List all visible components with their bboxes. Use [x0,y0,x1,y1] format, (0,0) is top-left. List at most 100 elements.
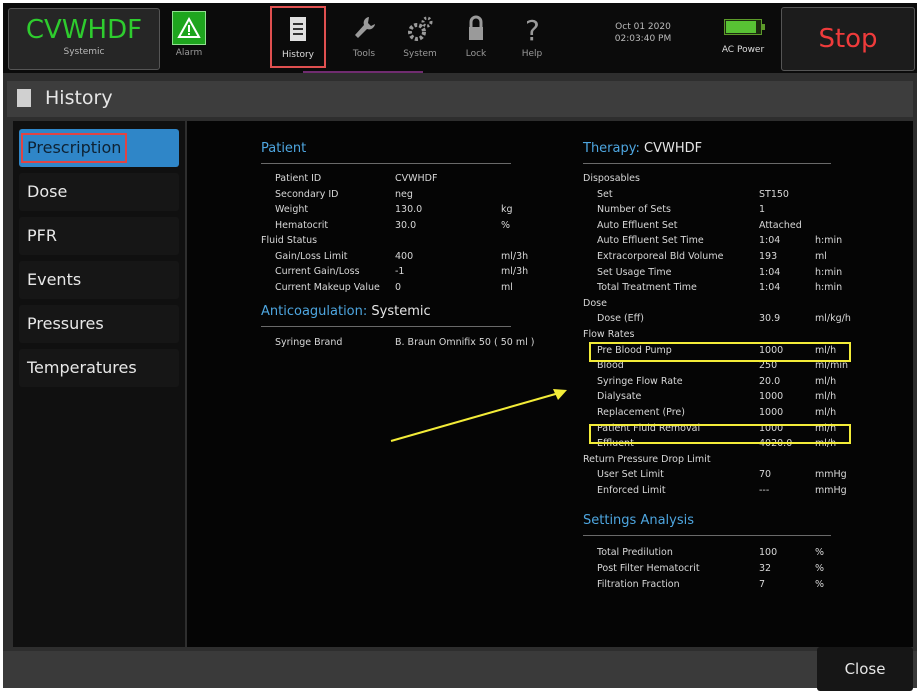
row-unit: mmHg [815,469,847,481]
date-text: Oct 01 2020 [615,22,671,32]
anticoagulation-mode: Systemic [63,47,105,57]
bottom-bar [3,651,917,688]
row-value: 100 [759,547,778,558]
row-label: Total Predilution [597,547,673,558]
row-value: 7 [759,579,766,590]
pre-blood-pump-highlight [589,342,851,362]
row-label: Syringe Flow Rate [597,375,683,387]
section-divider [583,163,831,164]
row-unit: ml [815,251,827,262]
row-value: -1 [395,266,405,277]
screen-header: History [7,81,913,117]
row-label: Current Makeup Value [275,281,380,293]
close-button[interactable]: Close [817,647,913,691]
row-label: Replacement (Pre) [597,407,685,418]
document-icon [17,89,31,107]
row-value: 1000 [759,391,784,403]
device-screen: CVWHDF Systemic Alarm History Tools Syst… [3,3,917,691]
row-unit: ml/h [815,375,837,387]
row-unit: ml/h [815,407,837,418]
therapy-mode-box: CVWHDF Systemic [8,8,160,70]
row-label: Hematocrit [275,219,329,231]
prescription-panel: Patient Patient ID CVWHDF Secondary ID neg W… [187,121,913,647]
row-unit: % [815,579,825,590]
row-label: Filtration Fraction [597,579,680,590]
therapy-mode-title: CVWHDF [25,15,143,45]
row-label: Dose (Eff) [597,313,644,325]
stop-button[interactable]: Stop [781,7,915,71]
row-label: Dialysate [597,391,642,403]
row-value: neg [395,188,413,200]
row-unit: h:min [815,235,843,247]
row-value: CVWHDF [395,173,438,184]
sidebar-item-prescription[interactable]: Prescription [19,129,179,167]
row-value: 193 [759,251,778,262]
patient-fluid-removal-highlight [589,424,851,444]
row-value: B. Braun Omnifix 50 ( 50 ml ) [395,337,535,348]
battery-icon [724,19,765,35]
row-value: 0 [395,281,402,293]
row-value: 130.0 [395,204,423,215]
row-unit: ml/h [815,391,837,403]
row-label: Total Treatment Time [597,282,697,294]
anticoagulation-section-title: Anticoagulation: Systemic [261,304,431,319]
lock-label: Lock [465,49,487,59]
lock-button[interactable]: Lock [449,7,503,69]
gears-icon [408,16,433,41]
sidebar-item-dose[interactable]: Dose [19,173,179,211]
wrench-icon [355,17,375,38]
row-unit: ml [501,281,513,293]
divider-line [303,71,423,73]
power-label: AC Power [721,45,765,55]
sidebar-item-temperatures[interactable]: Temperatures [19,349,179,387]
sidebar-item-events[interactable]: Events [19,261,179,299]
row-value: 1000 [759,407,784,418]
time-text: 02:03:40 PM [614,34,672,44]
row-label: Return Pressure Drop Limit [583,453,711,465]
anticoagulation-mode-value: Systemic [371,304,431,319]
row-value: 20.0 [759,375,781,387]
row-unit: ml/3h [501,266,529,277]
top-toolbar: CVWHDF Systemic Alarm History Tools Syst… [3,3,917,73]
row-label: Patient ID [275,173,322,184]
history-label: History [281,50,315,60]
row-label: Set Usage Time [597,266,672,278]
row-label: Auto Effluent Set [597,219,678,231]
help-button[interactable]: ? Help [505,7,559,69]
row-unit: % [815,547,825,558]
row-value: 32 [759,563,772,574]
sidebar-item-pfr[interactable]: PFR [19,217,179,255]
row-label: Auto Effluent Set Time [597,235,704,247]
system-button[interactable]: System [393,7,447,69]
row-label: Set [597,188,613,200]
lock-icon [469,15,483,40]
row-label: Enforced Limit [597,485,666,496]
row-label: Secondary ID [275,188,339,200]
section-divider [261,163,511,164]
row-value: 1 [759,204,766,216]
row-value: ST150 [759,188,789,200]
row-unit: kg [501,204,513,215]
row-label: Number of Sets [597,204,671,216]
therapy-label: Therapy: [583,141,640,156]
alarm-button[interactable]: Alarm [166,7,212,69]
row-label: Fluid Status [261,235,318,246]
history-button[interactable]: History [270,6,326,68]
row-label: User Set Limit [597,469,664,481]
alarm-icon [172,11,206,45]
row-value: 30.0 [395,219,417,231]
sidebar-item-pressures[interactable]: Pressures [19,305,179,343]
row-value: 70 [759,469,772,481]
row-unit: ml/kg/h [815,313,851,325]
date-time: Oct 01 2020 02:03:40 PM [603,21,683,45]
tools-button[interactable]: Tools [337,7,391,69]
power-status: AC Power [711,13,775,55]
row-label: Syringe Brand [275,337,343,348]
row-unit: h:min [815,282,843,294]
section-divider [583,535,831,536]
therapy-section-title: Therapy: CVWHDF [583,141,702,156]
therapy-mode-value: CVWHDF [644,141,703,156]
row-value: 1:04 [759,235,781,247]
alarm-label: Alarm [175,48,203,58]
row-label: Disposables [583,173,640,184]
